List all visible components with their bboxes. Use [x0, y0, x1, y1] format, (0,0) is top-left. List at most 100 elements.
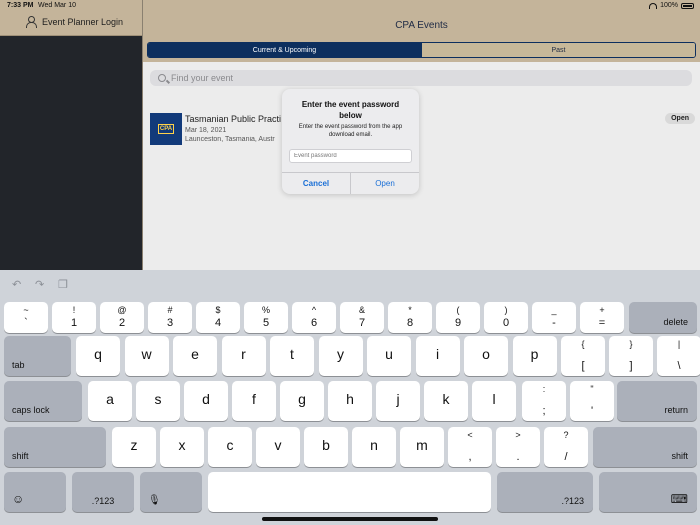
key-a[interactable]: a — [88, 381, 132, 421]
tab-past[interactable]: Past — [421, 43, 695, 57]
key-9[interactable]: (9 — [436, 302, 480, 333]
key-o[interactable]: o — [464, 336, 508, 376]
segmented-control: Current & Upcoming Past — [147, 42, 696, 58]
key-y[interactable]: y — [318, 336, 363, 376]
caps-lock-key[interactable]: caps lock — [4, 381, 82, 421]
delete-key[interactable]: delete — [629, 302, 697, 333]
key-l[interactable]: l — [472, 381, 516, 421]
key-1[interactable]: ! 1 — [52, 302, 96, 333]
key-sym4-1[interactable]: >. — [496, 427, 540, 467]
key-x[interactable]: x — [160, 427, 204, 467]
numbers-key[interactable]: .?123 — [72, 472, 134, 512]
key-g[interactable]: g — [280, 381, 324, 421]
key-char: 0 — [502, 317, 510, 329]
key-char: t — [290, 346, 294, 362]
key-k[interactable]: k — [424, 381, 468, 421]
dialog-title: Enter the event password below — [301, 100, 400, 120]
dismiss-keyboard-key[interactable]: ⌨ — [599, 472, 697, 512]
numbers-label: .?123 — [561, 496, 584, 506]
key-f[interactable]: f — [232, 381, 276, 421]
key-2[interactable]: @2 — [100, 302, 144, 333]
shift-right-key[interactable]: shift — [593, 427, 697, 467]
key-u[interactable]: u — [367, 336, 411, 376]
list-item[interactable]: CPA Tasmanian Public Practi Mar 18, 2021… — [150, 111, 695, 147]
key-sym-1[interactable]: }] — [609, 336, 653, 376]
key-p[interactable]: p — [512, 336, 557, 376]
key-b[interactable]: b — [304, 427, 348, 467]
paste-icon[interactable]: ❐ — [58, 278, 68, 291]
undo-icon[interactable]: ↶ — [12, 278, 21, 291]
key-z[interactable]: z — [112, 427, 156, 467]
key-sym4-2[interactable]: ? / — [544, 427, 588, 467]
key-5[interactable]: % 5 — [244, 302, 288, 333]
key-char: s — [154, 391, 162, 407]
key-sym3-1[interactable]: " ' — [570, 381, 614, 421]
key-w[interactable]: w — [124, 336, 169, 376]
key-8[interactable]: * 8 — [388, 302, 432, 333]
status-date: Wed Mar 10 — [38, 2, 76, 9]
dialog-message: Enter the event password from the app do… — [298, 124, 403, 138]
key-shift-char: " — [590, 384, 594, 394]
key-char: ] — [629, 360, 633, 372]
space-bar[interactable] — [208, 472, 491, 512]
open-button[interactable]: Open — [351, 173, 419, 194]
key-v[interactable]: v — [256, 427, 300, 467]
key-shift-char: } — [629, 339, 633, 349]
key-char: 6 — [310, 317, 318, 329]
event-planner-login-button[interactable]: Event Planner Login — [25, 16, 123, 28]
key-10[interactable]: ) 0 — [484, 302, 528, 333]
key-7[interactable]: & 7 — [340, 302, 384, 333]
key-char: w — [141, 346, 152, 362]
key-m[interactable]: m — [400, 427, 444, 467]
tab-current-upcoming[interactable]: Current & Upcoming — [148, 43, 421, 57]
key-char: f — [252, 391, 256, 407]
event-password-input[interactable] — [289, 149, 412, 163]
key-4[interactable]: $4 — [196, 302, 240, 333]
key-r[interactable]: r — [221, 336, 266, 376]
emoji-key[interactable]: ☺ — [4, 472, 66, 512]
key-d[interactable]: d — [184, 381, 228, 421]
shift-label: shift — [12, 451, 29, 461]
dialog-buttons: Cancel Open — [282, 172, 419, 194]
key-sym4-0[interactable]: <, — [448, 427, 492, 467]
key-n[interactable]: n — [352, 427, 396, 467]
dictation-key[interactable]: 🎙 — [140, 472, 202, 512]
key-12[interactable]: + = — [580, 302, 624, 333]
key-char: ` — [24, 317, 28, 329]
key-h[interactable]: h — [328, 381, 372, 421]
key-11[interactable]: _ - — [532, 302, 576, 333]
key-i[interactable]: i — [415, 336, 460, 376]
key-char: e — [191, 346, 199, 362]
key-e[interactable]: e — [173, 336, 217, 376]
key-c[interactable]: c — [208, 427, 252, 467]
key-sym-0[interactable]: {[ — [561, 336, 605, 376]
tab-key[interactable]: tab — [4, 336, 71, 376]
key-sym-2[interactable]: | \ — [657, 336, 700, 376]
return-key[interactable]: return — [617, 381, 697, 421]
key-3[interactable]: #3 — [148, 302, 192, 333]
status-bar: 7:33 PM Wed Mar 10 100% — [0, 0, 700, 12]
numbers-key-right[interactable]: .?123 — [497, 472, 593, 512]
key-shift-char: ( — [456, 305, 460, 315]
event-date: Mar 18, 2021 — [185, 127, 227, 134]
key-shift-char: > — [515, 430, 521, 440]
key-char: 8 — [406, 317, 414, 329]
key-t[interactable]: t — [270, 336, 314, 376]
key-char: 2 — [118, 317, 126, 329]
key-s[interactable]: s — [136, 381, 180, 421]
redo-icon[interactable]: ↷ — [35, 278, 44, 291]
key-shift-char: _ — [551, 305, 557, 315]
key-char: / — [564, 451, 568, 463]
cancel-button[interactable]: Cancel — [282, 173, 351, 194]
key-q[interactable]: q — [76, 336, 120, 376]
key-char: 9 — [454, 317, 462, 329]
key-j[interactable]: j — [376, 381, 420, 421]
shift-left-key[interactable]: shift — [4, 427, 106, 467]
key-shift-char: % — [261, 305, 270, 315]
key-sym3-0[interactable]: :; — [522, 381, 566, 421]
key-6[interactable]: ^ 6 — [292, 302, 336, 333]
search-input[interactable]: Find your event — [150, 70, 692, 86]
person-icon — [25, 16, 37, 28]
key-shift-char: | — [677, 339, 681, 349]
key-0[interactable]: ~ ` — [4, 302, 48, 333]
